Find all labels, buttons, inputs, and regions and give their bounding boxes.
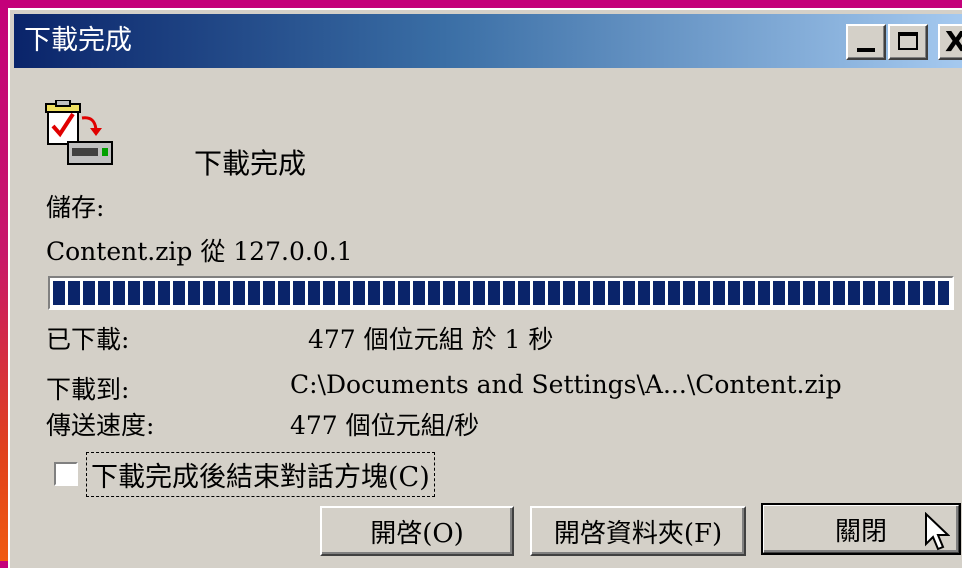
downloaded-label: 已下載: (46, 325, 130, 354)
close-on-complete-label[interactable]: 下載完成後結束對話方塊(C) (86, 452, 435, 497)
download-progress-bar (48, 276, 954, 310)
maximize-button[interactable] (888, 24, 928, 60)
title-bar[interactable]: 下載完成 X (14, 14, 962, 68)
minimize-button[interactable] (846, 24, 886, 60)
downloaded-value: 477 個位元組 於 1 秒 (308, 325, 554, 354)
maximize-icon (898, 32, 918, 50)
destination-label: 下載到: (46, 375, 130, 404)
minimize-icon (857, 48, 875, 52)
speed-value: 477 個位元組/秒 (290, 411, 480, 440)
open-folder-button[interactable]: 開啓資料夾(F) (530, 506, 746, 556)
dialog-heading: 下載完成 (194, 147, 307, 180)
open-button[interactable]: 開啓(O) (320, 506, 514, 556)
close-on-complete-checkbox[interactable] (54, 462, 78, 486)
download-complete-icon (45, 100, 113, 165)
download-complete-dialog: 下載完成 X 下載完成 儲存: Content.zip 從 127.0.0.1 … (8, 8, 962, 568)
close-window-button[interactable]: X (938, 24, 962, 60)
window-title: 下載完成 (24, 25, 132, 56)
progress-fill (53, 281, 949, 305)
save-label: 儲存: (46, 193, 105, 222)
mouse-pointer-icon (925, 512, 950, 551)
close-icon: X (945, 25, 962, 58)
destination-value: C:\Documents and Settings\A...\Content.z… (290, 370, 842, 399)
source-text: Content.zip 從 127.0.0.1 (46, 237, 353, 266)
speed-label: 傳送速度: (46, 411, 155, 440)
